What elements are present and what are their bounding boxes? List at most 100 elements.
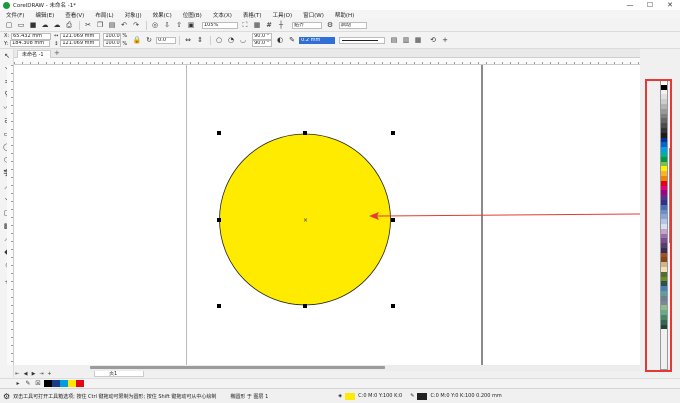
options-gear-icon[interactable]: ⚙ xyxy=(325,20,335,30)
maximize-button[interactable]: ☐ xyxy=(641,0,659,10)
launch-dropdown[interactable]: 启动 xyxy=(339,21,367,29)
horizontal-scrollbar-thumb[interactable] xyxy=(90,366,385,369)
horizontal-ruler[interactable] xyxy=(14,58,640,65)
print-icon[interactable]: ⎙ xyxy=(64,20,74,30)
line-style-dropdown[interactable] xyxy=(339,36,386,44)
add-preset-icon[interactable]: + xyxy=(440,35,450,45)
selection-handle[interactable] xyxy=(217,131,221,135)
menu-view[interactable]: 查看(V) xyxy=(65,11,84,19)
outline-color-chip[interactable] xyxy=(417,392,428,400)
pie-mode-icon[interactable]: ◔ xyxy=(226,35,236,45)
convert-to-curves-icon[interactable]: ⟲ xyxy=(428,35,438,45)
open-folder-icon[interactable]: ▭ xyxy=(16,20,26,30)
palette-highlight-box xyxy=(645,79,672,372)
scale-x-input[interactable]: 100.0 xyxy=(103,32,122,40)
settings-gear-icon[interactable]: ⚙ xyxy=(3,392,10,401)
selection-handle[interactable] xyxy=(391,218,395,222)
drawing-canvas[interactable]: × xyxy=(14,65,640,365)
width-input[interactable]: 121.069 mm xyxy=(60,32,101,40)
document-tab-bar: 未命名 -1 + xyxy=(0,49,640,58)
close-button[interactable]: ✕ xyxy=(661,0,679,10)
menu-bitmaps[interactable]: 位图(B) xyxy=(183,11,202,19)
selection-handle[interactable] xyxy=(391,131,395,135)
direction-icon[interactable]: ◐ xyxy=(275,35,285,45)
rotation-input[interactable]: 0.0 xyxy=(156,36,177,44)
import-icon[interactable]: ⇩ xyxy=(162,20,172,30)
scale-y-input[interactable]: 100.0 xyxy=(103,40,122,48)
guidelines-icon[interactable]: ┼ xyxy=(276,20,286,30)
outline-width-input[interactable]: 0.2 mm xyxy=(299,36,336,44)
last-page-icon[interactable]: ⇥ xyxy=(38,370,45,377)
to-back-icon[interactable]: ▦ xyxy=(413,35,423,45)
export-icon[interactable]: ⇧ xyxy=(174,20,184,30)
new-document-icon[interactable]: ▢ xyxy=(4,20,14,30)
mirror-vertical-icon[interactable]: ⇕ xyxy=(195,35,205,45)
add-tab-icon[interactable]: + xyxy=(54,49,60,57)
start-angle-input[interactable]: 90.0 ° xyxy=(252,32,273,40)
title-bar: CorelDRAW - 未命名 -1* — ☐ ✕ xyxy=(0,0,680,10)
save-icon[interactable]: ■ xyxy=(28,20,38,30)
document-palette-swatch[interactable] xyxy=(52,380,60,387)
menu-edit[interactable]: 编辑(E) xyxy=(35,11,54,19)
undo-icon[interactable]: ↶ xyxy=(119,20,129,30)
cloud-download-icon[interactable]: ☁ xyxy=(52,20,62,30)
y-position-input[interactable]: 184.308 mm xyxy=(10,40,51,48)
snap-to-dropdown[interactable]: 贴齐 xyxy=(292,21,322,29)
annotation-arrow-line xyxy=(375,213,640,217)
document-palette-swatch[interactable] xyxy=(76,380,84,387)
eyedropper-icon[interactable]: ✎ xyxy=(24,379,32,389)
status-bar: ⚙ 双击工具可打开工具箱选项; 按住 Ctrl 键拖动可限制为圆形; 按住 Sh… xyxy=(0,388,680,403)
next-page-icon[interactable]: ▶ xyxy=(30,370,37,377)
height-input[interactable]: 121.069 mm xyxy=(60,40,101,48)
publish-pdf-icon[interactable]: ▣ xyxy=(186,20,196,30)
menu-tools[interactable]: 工具(O) xyxy=(273,11,293,19)
menu-layout[interactable]: 布局(L) xyxy=(95,11,113,19)
minimize-button[interactable]: — xyxy=(621,0,639,10)
x-position-input[interactable]: 65.432 mm xyxy=(11,32,52,40)
status-hint: 双击工具可打开工具箱选项; 按住 Ctrl 键拖动可限制为圆形; 按住 Shif… xyxy=(13,393,217,400)
document-tab[interactable]: 未命名 -1 xyxy=(17,50,51,58)
rulers-icon[interactable]: ▦ xyxy=(252,20,262,30)
document-palette-swatch[interactable] xyxy=(60,380,68,387)
to-front-icon[interactable]: ▥ xyxy=(401,35,411,45)
x-label: X: xyxy=(4,33,10,40)
ellipse-mode-icon[interactable]: ○ xyxy=(214,35,224,45)
end-angle-input[interactable]: 90.0 ° xyxy=(252,40,273,48)
coreldraw-window: { "titlebar": { "title": "CorelDRAW - 未命… xyxy=(0,0,680,403)
search-content-icon[interactable]: ◎ xyxy=(150,20,160,30)
first-page-icon[interactable]: ⇤ xyxy=(14,370,21,377)
document-palette-swatch[interactable] xyxy=(68,380,76,387)
full-screen-icon[interactable]: ⛶ xyxy=(240,20,250,30)
document-palette-arrow-icon[interactable]: ▸ xyxy=(14,379,22,389)
cloud-upload-icon[interactable]: ☁ xyxy=(40,20,50,30)
document-palette-swatch[interactable] xyxy=(44,380,52,387)
menu-text[interactable]: 文本(X) xyxy=(213,11,232,19)
selection-handle[interactable] xyxy=(303,304,307,308)
copy-icon[interactable]: ❐ xyxy=(95,20,105,30)
fill-color-chip[interactable] xyxy=(345,392,356,400)
paste-icon[interactable]: ▤ xyxy=(107,20,117,30)
selection-handle[interactable] xyxy=(303,131,307,135)
menu-table[interactable]: 表格(T) xyxy=(243,11,262,19)
mirror-horizontal-icon[interactable]: ⇔ xyxy=(183,35,193,45)
selection-handle[interactable] xyxy=(217,218,221,222)
cut-icon[interactable]: ✂ xyxy=(83,20,93,30)
selection-handle[interactable] xyxy=(391,304,395,308)
selection-handle[interactable] xyxy=(217,304,221,308)
arc-mode-icon[interactable]: ◡ xyxy=(238,35,248,45)
wrap-text-icon[interactable]: ▤ xyxy=(389,35,399,45)
menu-effects[interactable]: 效果(C) xyxy=(153,11,172,19)
no-color-icon[interactable]: ☒ xyxy=(34,379,42,389)
menu-window[interactable]: 窗口(W) xyxy=(303,11,324,19)
previous-page-icon[interactable]: ◀ xyxy=(22,370,29,377)
zoom-level-field[interactable]: 105% xyxy=(202,21,238,29)
menu-file[interactable]: 文件(F) xyxy=(6,11,24,19)
vertical-ruler[interactable] xyxy=(7,65,14,365)
add-page-icon[interactable]: + xyxy=(46,370,53,377)
menu-object[interactable]: 对象(J) xyxy=(125,11,142,19)
redo-icon[interactable]: ↷ xyxy=(131,20,141,30)
lock-ratio-icon[interactable]: 🔒 xyxy=(132,35,142,45)
pick-tool-icon[interactable]: ↖ xyxy=(2,51,12,61)
grid-icon[interactable]: # xyxy=(264,20,274,30)
menu-help[interactable]: 帮助(H) xyxy=(335,11,354,19)
